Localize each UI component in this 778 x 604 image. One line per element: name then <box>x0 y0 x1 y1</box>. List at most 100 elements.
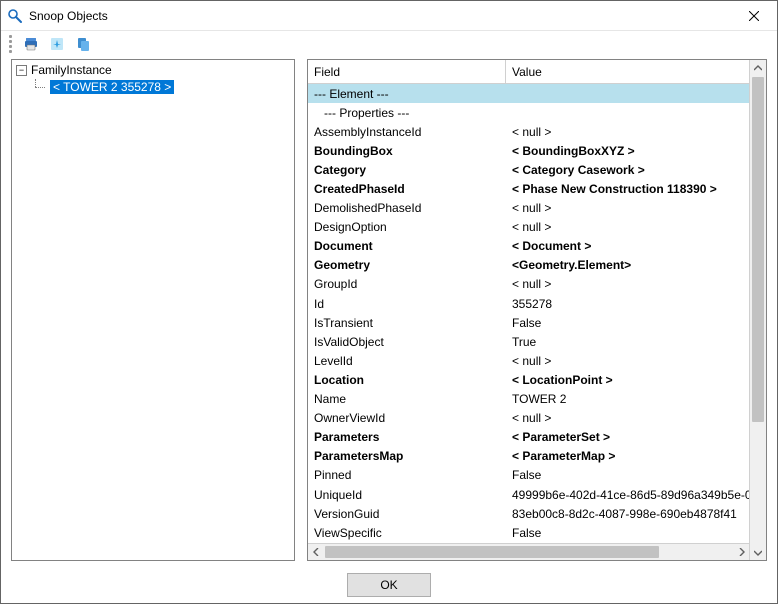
tree-view: − FamilyInstance < TOWER 2 355278 > <box>14 62 292 96</box>
grid-row[interactable]: LevelId< null > <box>308 351 749 370</box>
collapse-icon[interactable]: − <box>16 65 27 76</box>
grid-row[interactable]: OwnerViewId< null > <box>308 409 749 428</box>
horizontal-scrollbar[interactable] <box>308 543 749 560</box>
copy-button[interactable] <box>74 35 92 53</box>
grid-body: --- Element --- --- Properties --- Assem… <box>308 84 749 548</box>
hscroll-track[interactable] <box>325 544 732 560</box>
grid-row[interactable]: NameTOWER 2 <box>308 390 749 409</box>
grid-row[interactable]: IsTransientFalse <box>308 313 749 332</box>
content-area: − FamilyInstance < TOWER 2 355278 > Fiel… <box>1 57 777 567</box>
grid-row[interactable]: VersionGuid83eb00c8-8d2c-4087-998e-690eb… <box>308 504 749 523</box>
scroll-down-button[interactable] <box>750 543 766 560</box>
grid-cell-field: VersionGuid <box>308 507 506 521</box>
tree-panel[interactable]: − FamilyInstance < TOWER 2 355278 > <box>11 59 295 561</box>
grid-header-field[interactable]: Field <box>308 60 506 83</box>
grid-cell-field: ParametersMap <box>308 449 506 463</box>
grid-cell-value: < LocationPoint > <box>506 373 749 387</box>
grid-cell-field: Parameters <box>308 430 506 444</box>
grid-cell-field: DesignOption <box>308 220 506 234</box>
grid-row[interactable]: UniqueId49999b6e-402d-41ce-86d5-89d96a34… <box>308 485 749 504</box>
print-button[interactable] <box>22 35 40 53</box>
scroll-right-button[interactable] <box>732 544 749 561</box>
grid-row[interactable]: DesignOption< null > <box>308 218 749 237</box>
grid-cell-field: UniqueId <box>308 488 506 502</box>
chevron-right-icon <box>737 548 745 556</box>
grid-cell-field: --- Element --- <box>308 87 506 101</box>
grid-row[interactable]: PinnedFalse <box>308 466 749 485</box>
grid-header: Field Value <box>308 60 749 84</box>
grid-row[interactable]: DemolishedPhaseId< null > <box>308 199 749 218</box>
grid-cell-value: < null > <box>506 411 749 425</box>
toolbar <box>1 31 777 57</box>
grid-row[interactable]: BoundingBox< BoundingBoxXYZ > <box>308 141 749 160</box>
titlebar: Snoop Objects <box>1 1 777 31</box>
hscroll-thumb[interactable] <box>325 546 659 558</box>
properties-grid-panel: Field Value --- Element --- --- Properti… <box>307 59 767 561</box>
grid-cell-field: LevelId <box>308 354 506 368</box>
grid-row[interactable]: IsValidObjectTrue <box>308 332 749 351</box>
grid-cell-value: < null > <box>506 354 749 368</box>
grid-cell-field: BoundingBox <box>308 144 506 158</box>
copy-icon <box>75 36 91 52</box>
grid-row[interactable]: --- Element --- <box>308 84 749 103</box>
grid-cell-field: GroupId <box>308 277 506 291</box>
grid-row[interactable]: CreatedPhaseId< Phase New Construction 1… <box>308 179 749 198</box>
vscroll-thumb[interactable] <box>752 77 764 422</box>
grid-header-value[interactable]: Value <box>506 60 749 83</box>
tree-selected-label: < TOWER 2 355278 > <box>50 80 174 94</box>
grid-row[interactable]: AssemblyInstanceId< null > <box>308 122 749 141</box>
grid-cell-value: 49999b6e-402d-41ce-86d5-89d96a349b5e-000… <box>506 488 749 502</box>
vscroll-track[interactable] <box>750 77 766 543</box>
grid-cell-field: AssemblyInstanceId <box>308 125 506 139</box>
grid-row[interactable]: --- Properties --- <box>308 103 749 122</box>
grid-cell-value: < null > <box>506 201 749 215</box>
grid-cell-value: < ParameterSet > <box>506 430 749 444</box>
grid-row[interactable]: Document< Document > <box>308 237 749 256</box>
grid-cell-field: --- Properties --- <box>308 106 506 120</box>
scroll-up-button[interactable] <box>750 60 766 77</box>
grid-cell-value: < BoundingBoxXYZ > <box>506 144 749 158</box>
grid-cell-field: IsTransient <box>308 316 506 330</box>
grid-cell-value: < Category Casework > <box>506 163 749 177</box>
app-icon <box>7 8 23 24</box>
vertical-scrollbar[interactable] <box>749 60 766 560</box>
printer-icon <box>23 36 39 52</box>
grid-row[interactable]: Id355278 <box>308 294 749 313</box>
grid-row[interactable]: ViewSpecificFalse <box>308 523 749 542</box>
scroll-left-button[interactable] <box>308 544 325 561</box>
grid-cell-field: CreatedPhaseId <box>308 182 506 196</box>
grid-cell-value: False <box>506 316 749 330</box>
grid-cell-value: False <box>506 526 749 540</box>
grid-row[interactable]: Parameters< ParameterSet > <box>308 428 749 447</box>
grid-cell-value: True <box>506 335 749 349</box>
chevron-up-icon <box>754 65 762 73</box>
grid-cell-field: Id <box>308 297 506 311</box>
grid-cell-field: OwnerViewId <box>308 411 506 425</box>
grid-row[interactable]: Geometry<Geometry.Element> <box>308 256 749 275</box>
grid-cell-value: < null > <box>506 125 749 139</box>
grid-cell-field: Category <box>308 163 506 177</box>
tree-root-node[interactable]: − FamilyInstance <box>16 62 292 78</box>
window-title: Snoop Objects <box>29 9 731 23</box>
ok-button[interactable]: OK <box>347 573 431 597</box>
grid-row[interactable]: Category< Category Casework > <box>308 160 749 179</box>
grid-cell-value: < Phase New Construction 118390 > <box>506 182 749 196</box>
snoop-new-button[interactable] <box>48 35 66 53</box>
grid-row[interactable]: ParametersMap< ParameterMap > <box>308 447 749 466</box>
grid-cell-value: < null > <box>506 220 749 234</box>
grid-cell-value: TOWER 2 <box>506 392 749 406</box>
grid-cell-field: Location <box>308 373 506 387</box>
footer: OK <box>1 567 777 603</box>
grid-scroll[interactable]: Field Value --- Element --- --- Properti… <box>308 60 749 560</box>
grid-cell-value: 83eb00c8-8d2c-4087-998e-690eb4878f41 <box>506 507 749 521</box>
chevron-down-icon <box>754 548 762 556</box>
grid-cell-value: < null > <box>506 277 749 291</box>
close-button[interactable] <box>731 1 777 31</box>
grid-cell-field: Geometry <box>308 258 506 272</box>
grid-cell-value: < Document > <box>506 239 749 253</box>
grid-row[interactable]: GroupId< null > <box>308 275 749 294</box>
grid-row[interactable]: Location< LocationPoint > <box>308 370 749 389</box>
sparkle-icon <box>49 36 65 52</box>
snoop-objects-window: Snoop Objects <box>0 0 778 604</box>
tree-child-node[interactable]: < TOWER 2 355278 > <box>16 78 292 96</box>
